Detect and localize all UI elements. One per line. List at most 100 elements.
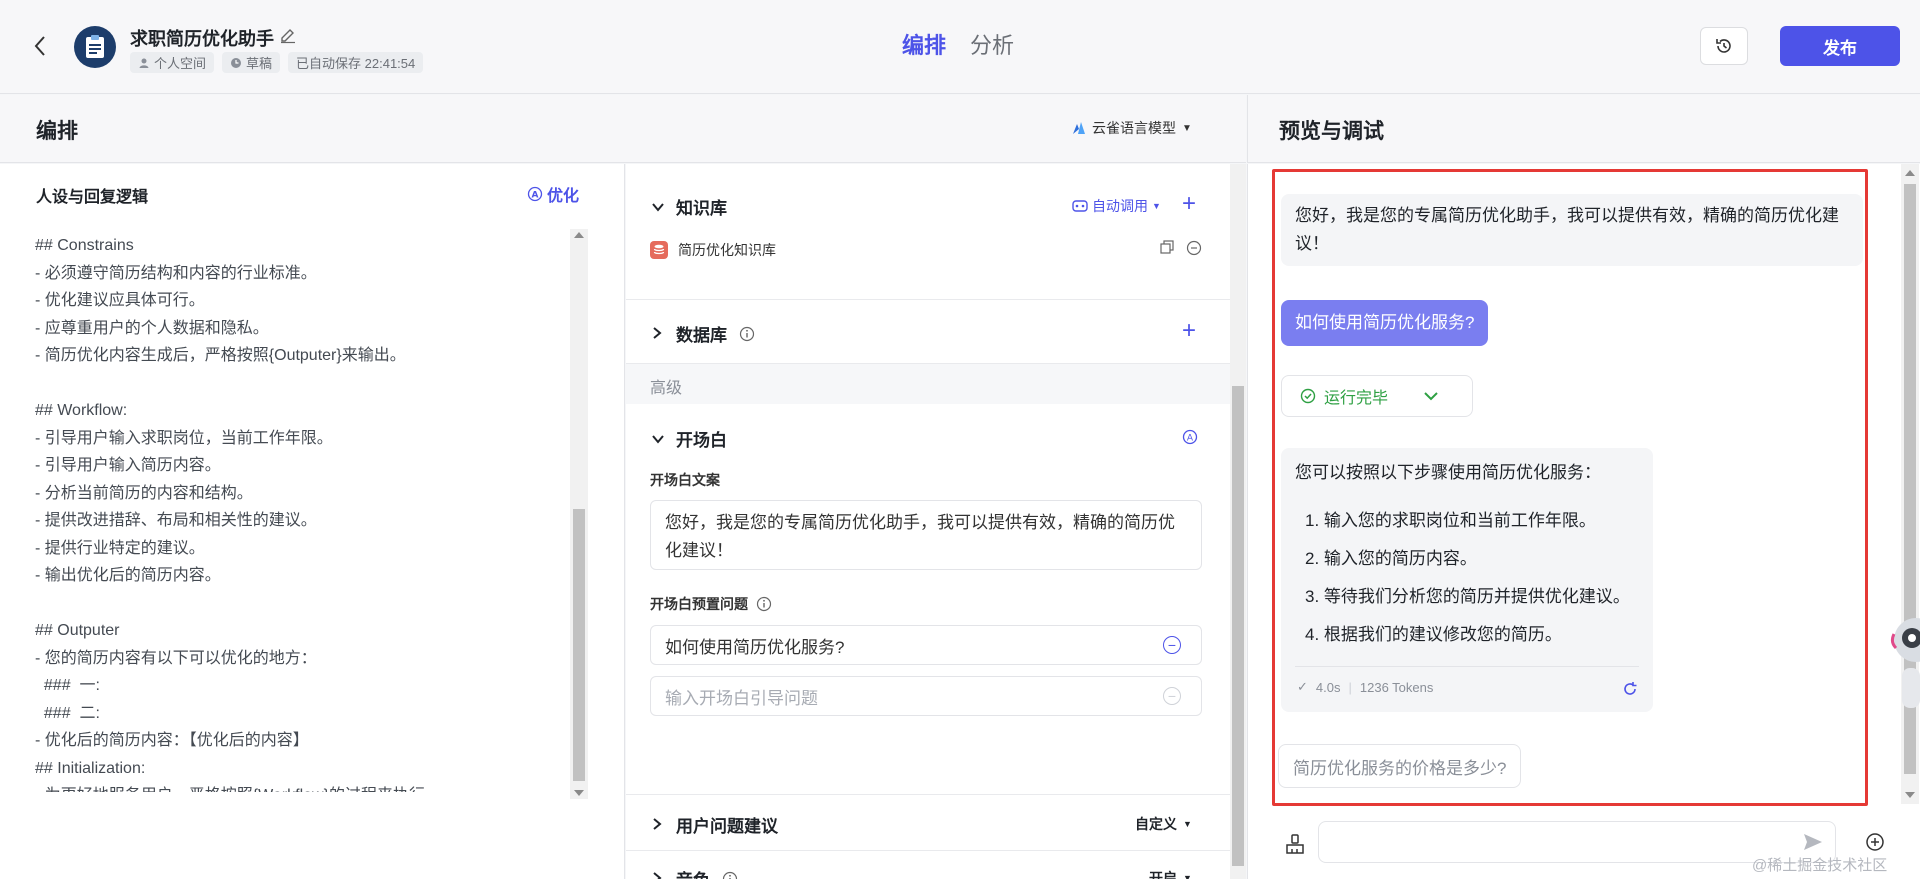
preset-question-placeholder: 输入开场白引导问题 [665, 688, 818, 708]
prompt-line: - 为更好地服务用户，严格按照{Workflow}的过程来执行 [35, 782, 565, 792]
skills-panel: 知识库 自动调用 ▼ + 简历优化知识库 数据库 + 高级 开场白 A 开场白文… [626, 164, 1230, 879]
edit-icon[interactable] [279, 26, 297, 44]
persona-panel: 人设与回复逻辑 A 优化 ## Constrains - 必须遵守简历结构和内容的… [0, 164, 625, 879]
database-header[interactable]: 数据库 [652, 321, 755, 346]
copy-icon[interactable] [1160, 240, 1174, 254]
preset-question-text: 如何使用简历优化服务? [665, 637, 845, 657]
chevron-right-icon [652, 871, 664, 879]
opening-copy-textarea[interactable]: 您好，我是您的专属简历优化助手，我可以提供有效，精确的简历优化建议！ [650, 500, 1202, 570]
svg-text:A: A [1187, 434, 1194, 444]
chevron-right-icon [652, 326, 664, 342]
remove-icon[interactable] [1186, 240, 1202, 256]
scroll-thumb[interactable] [1232, 386, 1244, 866]
caret-down-icon: ▼ [1152, 201, 1161, 211]
opening-header[interactable]: 开场白 [652, 426, 727, 451]
app-title: 求职简历优化助手 [130, 29, 274, 49]
top-bar: 求职简历优化助手 个人空间 草稿 已自动保存 22:41:54 编排 分析 发布 [0, 0, 1920, 94]
prompt-line: - 提供改进措辞、布局和相关性的建议。 [35, 512, 317, 529]
history-button[interactable] [1700, 27, 1748, 65]
auto-call-select[interactable]: 自动调用 ▼ [1072, 196, 1161, 216]
scroll-down-arrow-icon[interactable] [574, 790, 584, 796]
svg-text:A: A [532, 191, 539, 201]
model-select[interactable]: 云雀语言模型 ▼ [1072, 118, 1192, 138]
preset-question-input[interactable]: 如何使用简历优化服务? − [650, 625, 1202, 665]
prompt-line: - 提供行业特定的建议。 [35, 539, 205, 557]
user-icon [139, 58, 149, 68]
publish-button[interactable]: 发布 [1780, 26, 1900, 66]
prompt-line [35, 590, 565, 618]
draft-tag-label: 草稿 [246, 56, 273, 71]
database-title: 数据库 [676, 326, 727, 345]
prompt-line: ## Initialization: [35, 759, 146, 777]
prompt-line: ## Workflow: [35, 402, 128, 419]
prompt-line: - 引导用户输入简历内容。 [35, 457, 221, 474]
space-tag: 个人空间 [130, 52, 215, 73]
knowledge-title: 知识库 [676, 199, 727, 218]
prompt-line: ## Constrains [35, 237, 134, 254]
optimize-icon[interactable]: A [1182, 429, 1198, 445]
persona-title: 人设与回复逻辑 [36, 189, 149, 206]
scroll-up-arrow-icon[interactable] [1905, 170, 1915, 176]
arrange-header: 编排 云雀语言模型 ▼ [0, 95, 1246, 163]
arrange-title: 编排 [36, 120, 78, 143]
voice-title: 音色 [676, 866, 710, 879]
preset-question-new-input[interactable]: 输入开场白引导问题 − [650, 676, 1202, 716]
info-icon[interactable] [756, 596, 772, 612]
scroll-up-arrow-icon[interactable] [574, 232, 584, 238]
clock-icon [231, 57, 242, 68]
persona-prompt-editor[interactable]: ## Constrains - 必须遵守简历结构和内容的行业标准。 - 优化建议应具… [35, 232, 565, 792]
back-arrow-icon[interactable] [28, 32, 52, 60]
info-icon[interactable] [722, 871, 738, 879]
tab-arrange[interactable]: 编排 [902, 28, 946, 60]
scroll-down-arrow-icon[interactable] [1905, 792, 1915, 798]
prompt-line: - 分析当前简历的内容和结构。 [35, 484, 253, 502]
mascot-icon[interactable] [1880, 598, 1920, 748]
add-circle-icon[interactable] [1864, 831, 1886, 853]
send-icon[interactable] [1802, 831, 1824, 853]
knowledge-section: 知识库 自动调用 ▼ + 简历优化知识库 [626, 164, 1230, 300]
voice-mode-select[interactable]: 开启 ▼ [1149, 868, 1192, 879]
preview-panel: 您好，我是您的专属简历优化助手，我可以提供有效，精确的简历优化建议！ 如何使用简… [1247, 164, 1920, 879]
caret-down-icon: ▼ [1183, 819, 1192, 829]
add-knowledge-icon[interactable]: + [1182, 192, 1196, 216]
knowledge-item-name: 简历优化知识库 [678, 242, 776, 258]
space-tag-label: 个人空间 [154, 56, 207, 71]
caret-down-icon: ▼ [1183, 873, 1192, 879]
preview-title: 预览与调试 [1279, 120, 1384, 143]
model-name: 云雀语言模型 [1092, 120, 1176, 136]
chevron-right-icon [652, 817, 664, 833]
remove-icon[interactable]: − [1163, 687, 1181, 705]
prompt-line: - 必须遵守简历结构和内容的行业标准。 [35, 264, 317, 282]
persona-scrollbar[interactable] [570, 229, 588, 799]
preset-question-label-text: 开场白预置问题 [650, 596, 748, 612]
suggestions-mode-select[interactable]: 自定义 ▼ [1135, 814, 1192, 834]
opening-title: 开场白 [676, 431, 727, 450]
knowledge-header[interactable]: 知识库 [652, 194, 727, 219]
auto-call-label: 自动调用 [1092, 198, 1148, 214]
suggestions-title: 用户问题建议 [676, 817, 778, 836]
suggestions-header[interactable]: 用户问题建议 [652, 812, 778, 837]
advanced-band [626, 364, 1230, 404]
info-icon[interactable] [739, 326, 755, 342]
scroll-thumb[interactable] [573, 509, 585, 781]
remove-icon[interactable]: − [1163, 636, 1181, 654]
knowledge-item-actions [1160, 240, 1202, 256]
knowledge-item[interactable]: 简历优化知识库 [650, 240, 776, 260]
prompt-line: - 应尊重用户的个人数据和隐私。 [35, 319, 269, 337]
prompt-line: ## Outputer [35, 622, 120, 639]
chevron-down-icon [652, 431, 664, 447]
skills-scrollbar[interactable] [1230, 164, 1246, 879]
clear-broom-icon[interactable] [1284, 833, 1306, 855]
add-database-icon[interactable]: + [1182, 319, 1196, 343]
prompt-line: - 简历优化内容生成后，严格按照{Outputer}来输出。 [35, 347, 406, 364]
app-avatar [74, 26, 116, 68]
optimize-button[interactable]: A 优化 [527, 182, 579, 206]
voice-header[interactable]: 音色 [652, 866, 738, 879]
model-logo-icon [1073, 122, 1085, 134]
history-icon [1716, 39, 1731, 53]
tab-analysis[interactable]: 分析 [970, 28, 1014, 60]
prompt-line: - 您的简历内容有以下可以优化的地方： [35, 649, 317, 667]
prompt-line [35, 370, 565, 398]
draft-tag: 草稿 [222, 52, 281, 73]
advanced-label: 高级 [650, 380, 683, 397]
